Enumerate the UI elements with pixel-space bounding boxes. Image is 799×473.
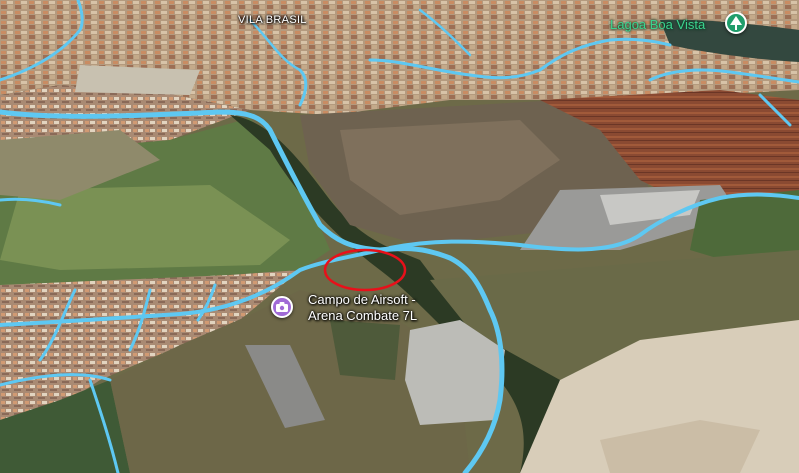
lake-label[interactable]: Lagoa Boa Vista [610, 17, 705, 32]
camera-pin-icon[interactable] [271, 296, 293, 318]
poi-label-line1: Campo de Airsoft - [308, 292, 416, 307]
poi-label[interactable]: Campo de Airsoft - Arena Combate 7L [308, 292, 417, 324]
tree-pin-icon[interactable] [725, 12, 747, 34]
poi-label-line2: Arena Combate 7L [308, 308, 418, 323]
satellite-map-view[interactable]: VILA BRASIL Lagoa Boa Vista Campo de Air… [0, 0, 799, 473]
neighborhood-label: VILA BRASIL [238, 14, 307, 26]
satellite-imagery [0, 0, 799, 473]
